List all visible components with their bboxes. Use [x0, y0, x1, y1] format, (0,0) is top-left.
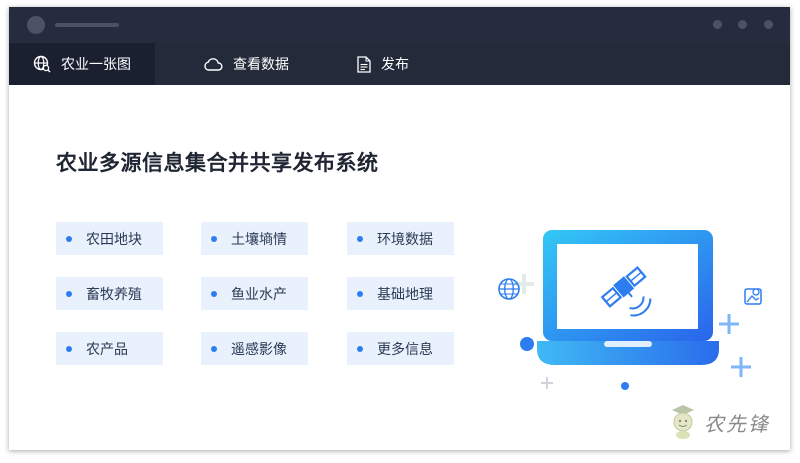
bullet-dot — [211, 235, 217, 242]
nav-bar: 农业一张图 查看数据 发布 — [9, 43, 790, 85]
category-label: 农田地块 — [86, 230, 142, 247]
category-label: 更多信息 — [377, 340, 433, 357]
bullet-dot — [357, 345, 363, 352]
page-title: 农业多源信息集合并共享发布系统 — [56, 152, 379, 175]
plus-icon — [541, 377, 553, 389]
tab-label: 发布 — [381, 56, 409, 72]
maximize-button[interactable] — [738, 20, 747, 29]
bullet-dot — [211, 290, 217, 297]
category-environment-data[interactable]: 环境数据 — [347, 222, 454, 255]
tab-publish[interactable]: 发布 — [357, 43, 409, 85]
bullet-dot — [357, 290, 363, 297]
tab-agriculture-map[interactable]: 农业一张图 — [9, 43, 155, 85]
laptop-icon — [537, 230, 719, 365]
globe-search-icon — [33, 55, 51, 73]
category-label: 畜牧养殖 — [86, 285, 142, 302]
category-label: 基础地理 — [377, 285, 433, 302]
bullet-dot — [66, 345, 72, 352]
decor-dot — [621, 382, 629, 390]
category-label: 遥感影像 — [231, 340, 287, 357]
watermark: 农先锋 — [666, 404, 770, 440]
category-base-geography[interactable]: 基础地理 — [347, 277, 454, 310]
bullet-dot — [357, 235, 363, 242]
bullet-dot — [66, 290, 72, 297]
plus-icon — [719, 314, 739, 334]
title-bar — [9, 7, 790, 43]
app-avatar — [27, 16, 45, 34]
category-remote-sensing[interactable]: 遥感影像 — [201, 332, 308, 365]
close-button[interactable] — [764, 20, 773, 29]
category-label: 土壤墒情 — [231, 230, 287, 247]
watermark-text: 农先锋 — [704, 411, 770, 436]
category-more-info[interactable]: 更多信息 — [347, 332, 454, 365]
category-agri-products[interactable]: 农产品 — [56, 332, 163, 365]
tab-view-data[interactable]: 查看数据 — [203, 43, 289, 85]
decor-dot — [520, 337, 534, 351]
mascot-logo — [672, 405, 694, 439]
app-title-placeholder — [55, 23, 119, 27]
map-pin-image-icon — [744, 288, 762, 305]
category-fishery[interactable]: 鱼业水产 — [201, 277, 308, 310]
document-icon — [357, 55, 371, 73]
category-label: 环境数据 — [377, 230, 433, 247]
category-label: 鱼业水产 — [231, 285, 287, 302]
tab-label: 农业一张图 — [61, 56, 131, 72]
app-window: 农业一张图 查看数据 发布 农业多源信息集合并共享发布系统 农田地块 土壤墒情 … — [9, 7, 790, 450]
main-content: 农业多源信息集合并共享发布系统 农田地块 土壤墒情 环境数据 畜牧养殖 鱼业水产… — [9, 85, 790, 450]
minimize-button[interactable] — [713, 20, 722, 29]
bullet-dot — [66, 235, 72, 242]
laptop-satellite-illustration — [498, 230, 762, 390]
category-livestock[interactable]: 畜牧养殖 — [56, 277, 163, 310]
category-soil-moisture[interactable]: 土壤墒情 — [201, 222, 308, 255]
cloud-icon — [203, 57, 223, 71]
globe-icon — [498, 278, 520, 300]
bullet-dot — [211, 345, 217, 352]
category-label: 农产品 — [86, 340, 128, 357]
plus-icon — [731, 357, 751, 377]
tab-label: 查看数据 — [233, 56, 289, 72]
category-farmland[interactable]: 农田地块 — [56, 222, 163, 255]
